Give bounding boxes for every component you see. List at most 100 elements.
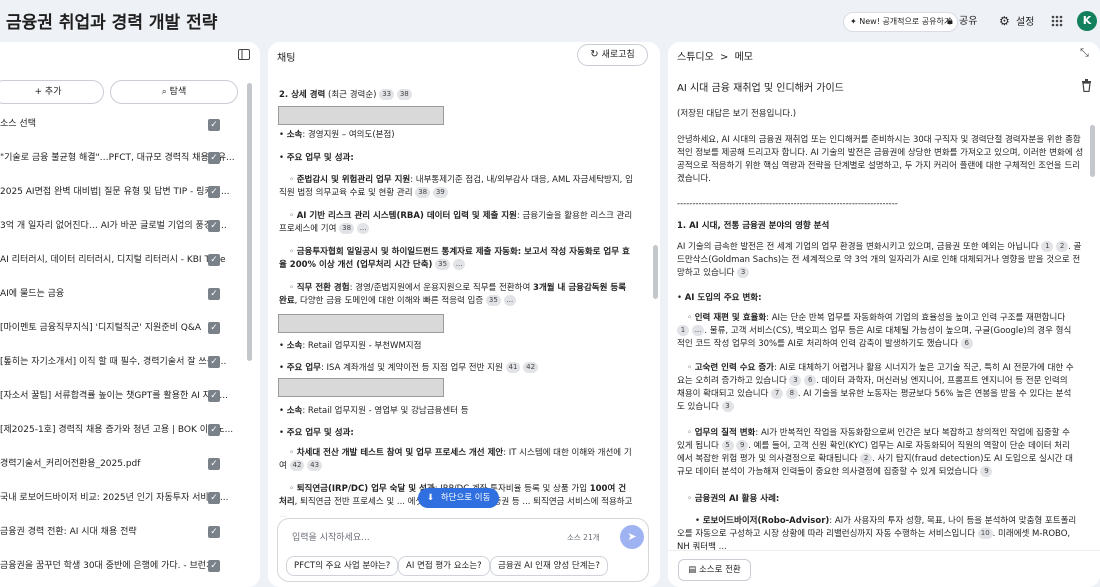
citation-chip[interactable]: 43 [307, 460, 323, 471]
source-checkbox[interactable]: ✓ [208, 458, 220, 470]
source-checkbox[interactable]: ✓ [208, 322, 220, 334]
citation-chip[interactable]: 6 [960, 338, 973, 349]
citation-chip[interactable]: 1 [1041, 241, 1054, 252]
section-1-text: AI 기술의 급속한 발전은 전 세계 기업의 업무 환경을 변화시키고 있으며… [677, 241, 1082, 278]
send-button[interactable]: ➤ [620, 525, 644, 549]
citation-chip[interactable]: 3 [789, 375, 802, 386]
citation-chip[interactable]: 1 [677, 325, 689, 336]
source-checkbox[interactable]: ✓ [208, 356, 220, 368]
citation-chip[interactable]: 2 [1056, 241, 1069, 252]
source-checkbox[interactable]: ✓ [208, 254, 220, 266]
apps-grid-icon[interactable] [1051, 15, 1063, 27]
chat-input[interactable]: 입력을 시작하세요... [292, 530, 370, 543]
citation-chip[interactable]: 38 [339, 223, 355, 234]
section-1-subheading: • AI 도입의 주요 변화: [677, 293, 762, 303]
source-checkbox[interactable]: ✓ [208, 152, 220, 164]
citation-chip[interactable]: 8 [785, 388, 798, 399]
citation-chip[interactable]: 35 [435, 259, 451, 270]
refresh-button[interactable]: ↻ 새로고침 [577, 44, 648, 66]
citation-chip[interactable]: 10 [977, 528, 993, 539]
breadcrumb-separator: > [720, 52, 729, 63]
avatar[interactable]: K [1077, 11, 1097, 31]
citation-chip[interactable]: ... [503, 295, 517, 306]
chat-scrollbar[interactable] [653, 245, 658, 299]
collapse-icon[interactable]: ⤡ [1080, 46, 1089, 60]
settings-label: 설정 [1015, 17, 1035, 28]
suggestion-chip-3[interactable]: 금융권 AI 인재 양성 단계는? [490, 556, 608, 576]
citation-chip[interactable]: 5 [721, 440, 734, 451]
source-item[interactable]: 금융권을 꿈꾸던 학생 30대 중반에 은행에 가다. - 브런치 [0, 557, 236, 575]
studio-scrollbar[interactable] [1090, 125, 1095, 177]
convert-icon: ▤ [688, 565, 697, 575]
share-publicly-pill[interactable]: ✦ New! 공개적으로 공유하기 [843, 12, 959, 32]
citation-chip[interactable]: 7 [771, 388, 784, 399]
source-item[interactable]: [자소서 꿀팁] 서류합격률 높이는 챗GPT를 활용한 AI 자소... [0, 387, 236, 405]
citation-chip[interactable]: 39 [432, 187, 448, 198]
citation-chip[interactable]: 2 [860, 453, 873, 464]
source-item[interactable]: 금융권 경력 전환: AI 시대 채용 전략 [0, 523, 236, 541]
citation-chip[interactable]: 42 [289, 460, 305, 471]
source-checkbox[interactable]: ✓ [208, 560, 220, 572]
source-item[interactable]: [마이멘토 금융직무지식] '디지털직군' 지원준비 Q&A [0, 319, 236, 337]
collapse-panel-icon[interactable] [238, 49, 250, 60]
experience-heading-sub: (최근 경력순) [328, 90, 377, 100]
share-publicly-label: New! 공개적으로 공유하기 [859, 17, 952, 26]
source-count: 소스 21개 [567, 533, 600, 542]
source-checkbox[interactable]: ✓ [208, 390, 220, 402]
sources-scrollbar[interactable] [247, 83, 252, 361]
source-item[interactable]: AI에 물드는 금융 [0, 285, 236, 303]
source-checkbox[interactable]: ✓ [208, 492, 220, 504]
explore-button[interactable]: ⌕ 탐색 [110, 80, 238, 104]
trash-icon[interactable] [1081, 79, 1092, 92]
scroll-to-bottom-button[interactable]: ⬇ 하단으로 이동 [418, 488, 500, 508]
note-title: AI 시대 금융 재취업 및 인디해커 가이드 [677, 83, 844, 94]
share-label: 공유 [959, 16, 978, 27]
citation-chip[interactable]: 33 [379, 89, 395, 100]
suggestion-chip-1[interactable]: PFCT의 주요 사업 분야는? [286, 556, 399, 576]
notebook-title[interactable]: 금융권 취업과 경력 개발 전략 [6, 8, 217, 33]
citation-chip[interactable]: ... [356, 223, 370, 234]
divider-line: ----------------------------------------… [677, 199, 898, 209]
citation-chip[interactable]: ... [691, 325, 705, 336]
readonly-notice: (저장된 대답은 보기 전용입니다.) [677, 109, 797, 119]
block3-dept: • 소속: Retail 업무지원 - 영업부 및 강남금융센터 등 [279, 406, 469, 416]
source-item[interactable]: "기술로 금융 불균형 해결"…PFCT, 대규모 경력직 채용 - 유... [0, 149, 236, 167]
citation-chip[interactable]: 35 [485, 295, 501, 306]
citation-chip[interactable]: 3 [737, 267, 750, 278]
source-item[interactable]: [톺히는 자기소개서] 이직 할 때 필수, 경력기술서 잘 쓰는 ... [0, 353, 236, 371]
convert-to-source-button[interactable]: ▤ 소스로 전환 [678, 559, 751, 581]
breadcrumb-studio[interactable]: 스튜디오 [677, 52, 714, 63]
source-item[interactable]: AI 리터러시, 데이터 리터러시, 디지털 리터러시 - KBI Tube [0, 251, 236, 269]
citation-chip[interactable]: 3 [721, 401, 734, 412]
source-item[interactable]: [제2025-1호] 경력직 채용 증가와 청년 고용 | BOK 이슈노... [0, 421, 236, 439]
share-button[interactable]: 🔒︎ 공유 [947, 10, 977, 32]
citation-chip[interactable]: 9 [736, 440, 749, 451]
add-source-button[interactable]: + 추가 [0, 80, 104, 104]
explore-label: 탐색 [169, 87, 187, 97]
source-checkbox[interactable]: ✓ [208, 220, 220, 232]
source-item[interactable]: 3억 개 일자리 없어진다… AI가 바꾼 글로벌 기업의 풍경 -... [0, 217, 236, 235]
source-item[interactable]: 경력기술서_커리어전환용_2025.pdf [0, 455, 236, 473]
source-checkbox[interactable]: ✓ [208, 526, 220, 538]
citation-chip[interactable]: 9 [980, 466, 993, 477]
select-all-checkbox[interactable]: ✓ [208, 119, 220, 131]
gear-icon: ⚙ [999, 14, 1010, 28]
source-checkbox[interactable]: ✓ [208, 424, 220, 436]
citation-chip[interactable]: 38 [396, 89, 412, 100]
source-item[interactable]: 2025 AI면접 완벽 대비법| 질문 유형 및 답변 TIP - 링커리..… [0, 183, 236, 201]
suggestion-chip-2[interactable]: AI 면접 평가 요소는? [398, 556, 490, 576]
citation-chip[interactable]: 41 [505, 362, 521, 373]
source-checkbox[interactable]: ✓ [208, 186, 220, 198]
citation-chip[interactable]: 42 [523, 362, 539, 373]
citation-chip[interactable]: 38 [415, 187, 431, 198]
scroll-to-bottom-label: 하단으로 이동 [440, 493, 491, 503]
breadcrumb: 스튜디오 > 메모 [677, 48, 753, 63]
source-item[interactable]: 국내 로보어드바이저 비교: 2025년 인기 자동투자 서비스 ... [0, 489, 236, 507]
source-checkbox[interactable]: ✓ [208, 288, 220, 300]
lock-icon: 🔒︎ [947, 14, 953, 27]
citation-chip[interactable]: ... [452, 259, 466, 270]
citation-chip[interactable]: 6 [804, 375, 817, 386]
top-bar: 금융권 취업과 경력 개발 전략 ✦ New! 공개적으로 공유하기 🔒︎ 공유… [0, 0, 1100, 42]
block1-item-2: ◦ AI 기반 리스크 관리 시스템(RBA) 데이터 입력 및 제출 지원: … [279, 211, 633, 234]
settings-button[interactable]: ⚙ 설정 [999, 10, 1034, 32]
